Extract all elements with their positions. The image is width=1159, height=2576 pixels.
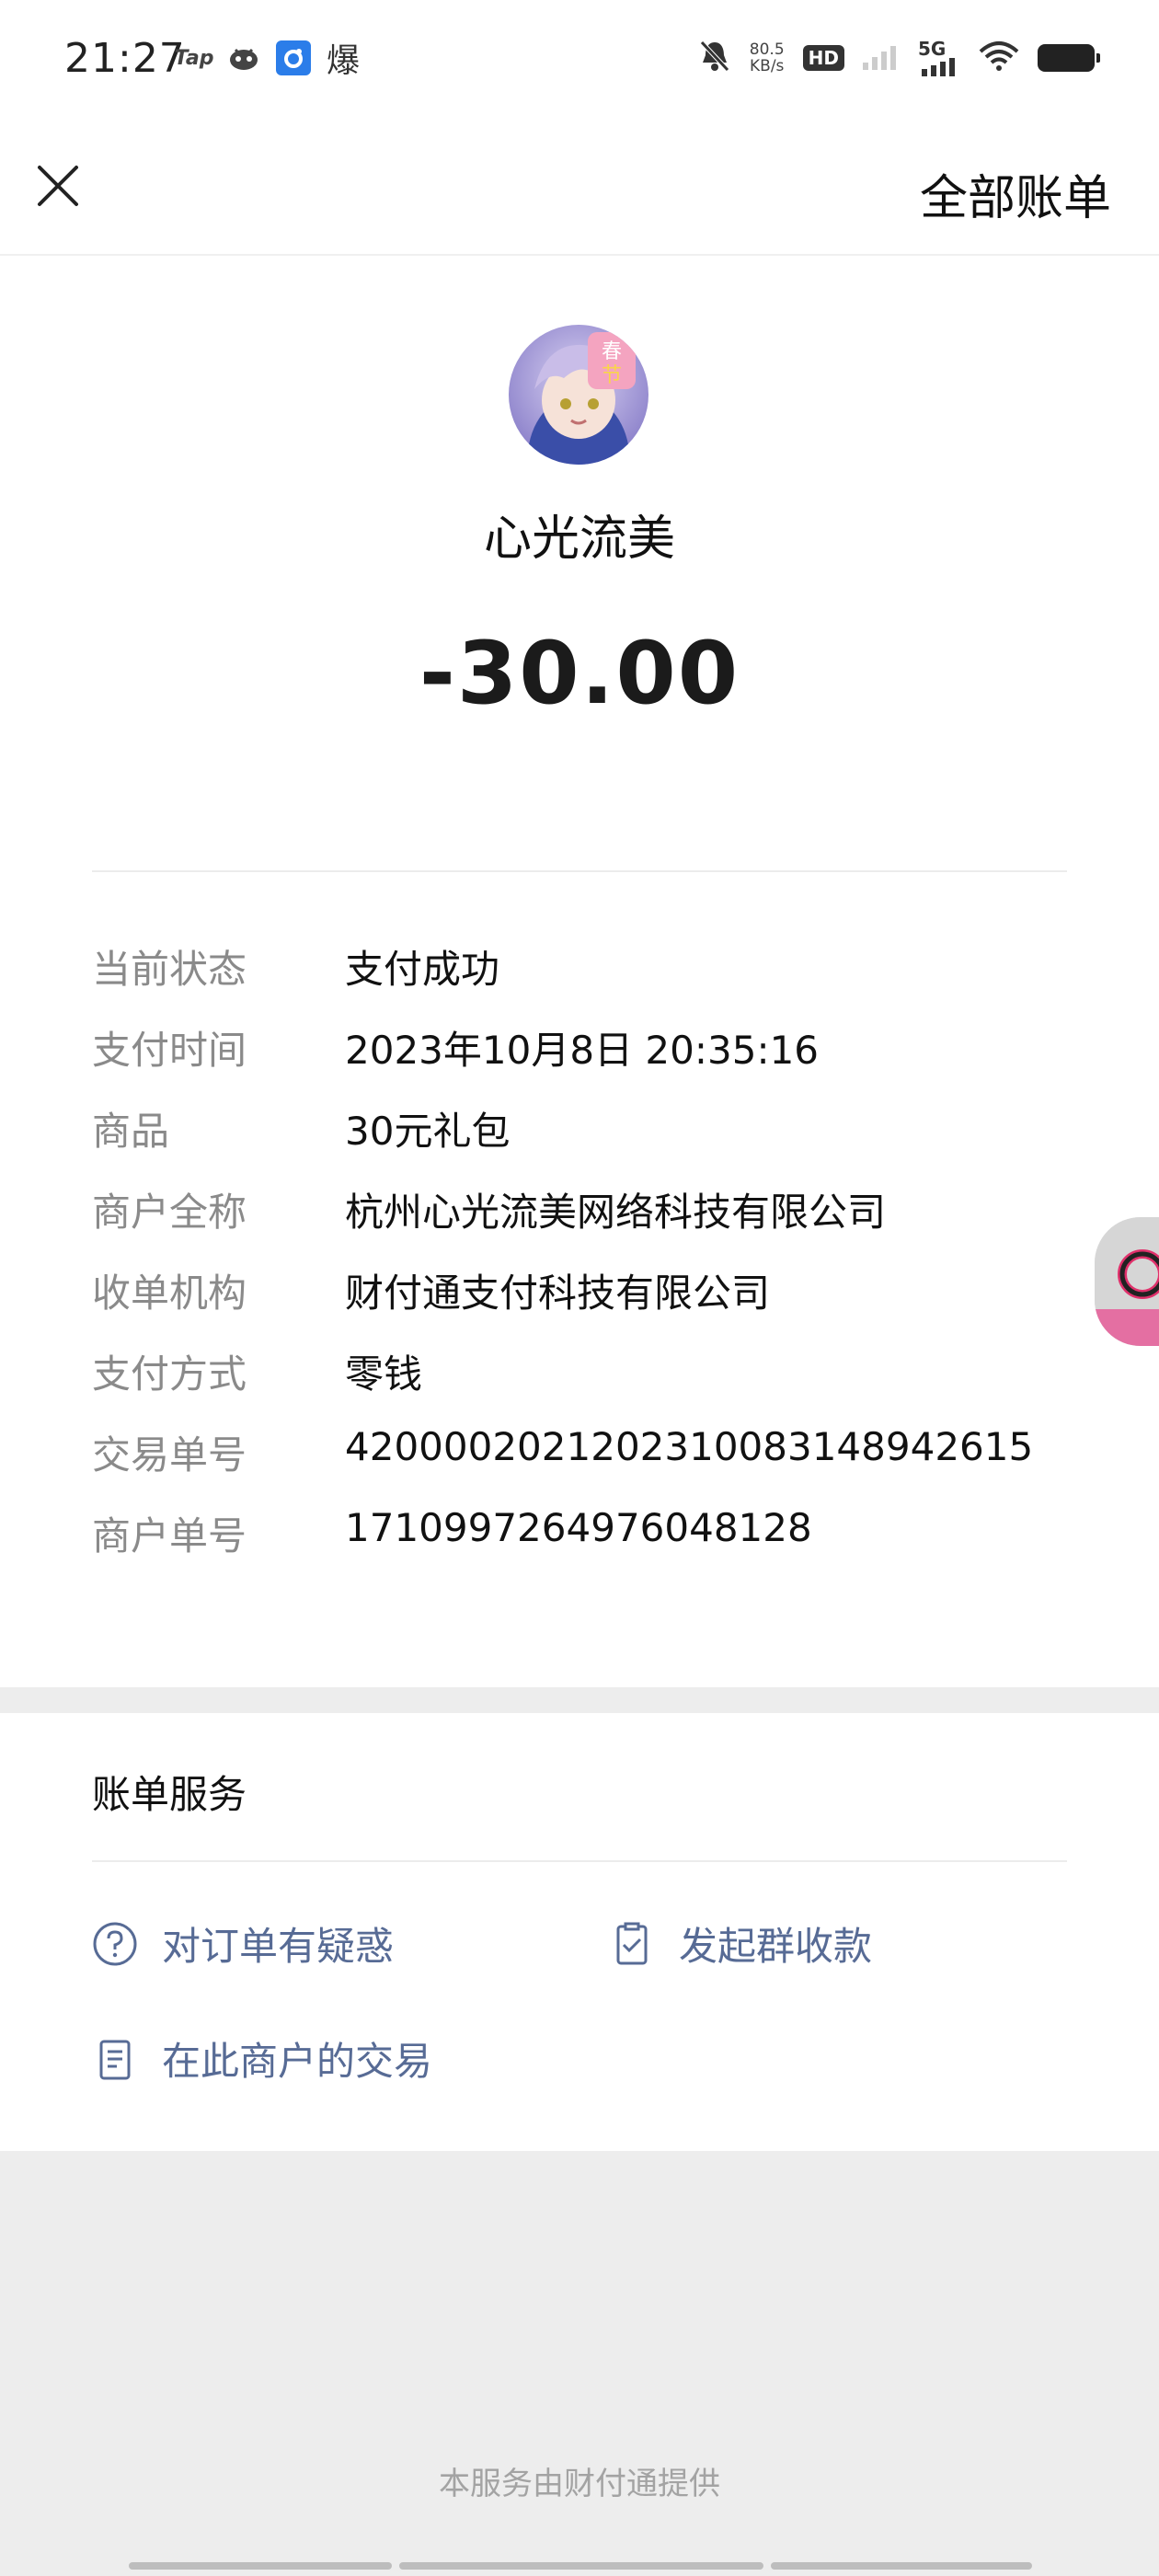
gesture-bar-segment xyxy=(771,2562,1032,2570)
signal-5g-icon: 5G xyxy=(918,40,960,76)
status-indicators: 80.5 KB/s HD 5G xyxy=(698,39,1100,77)
service-label: 发起群收款 xyxy=(679,1924,873,1969)
floating-widget-icon xyxy=(1095,1217,1159,1346)
services-title: 账单服务 xyxy=(92,1772,247,1817)
detail-label: 收单机构 xyxy=(92,1271,247,1316)
floating-widget[interactable] xyxy=(1095,1217,1159,1346)
detail-row-pay-time: 支付时间 2023年10月8日 20:35:16 xyxy=(92,1019,1104,1100)
detail-label: 支付时间 xyxy=(92,1028,247,1073)
detail-row-transaction-id: 交易单号 4200002021202310083148942615 xyxy=(92,1424,1104,1505)
divider xyxy=(92,1860,1067,1862)
bill-detail-card: 春 节 心光流美 -30.00 当前状态 支付成功 支付时间 2023年10月8… xyxy=(0,256,1159,1687)
mute-bell-icon xyxy=(698,39,731,77)
detail-value[interactable]: 4200002021202310083148942615 xyxy=(345,1424,1033,1469)
transaction-details: 当前状态 支付成功 支付时间 2023年10月8日 20:35:16 商品 30… xyxy=(92,938,1104,1586)
gesture-bar-segment xyxy=(399,2562,763,2570)
merchant-name: 心光流美 xyxy=(483,512,675,567)
bill-services-section: 账单服务 对订单有疑惑 发起群收款 在此商户的交易 xyxy=(0,1713,1159,2151)
status-bar: 21:27 Tap 爆 80.5 KB/s HD 5G xyxy=(0,0,1159,124)
detail-row-status: 当前状态 支付成功 xyxy=(92,938,1104,1019)
detail-value: 杭州心光流美网络科技有限公司 xyxy=(345,1190,887,1235)
detail-value[interactable]: 1710997264976048128 xyxy=(345,1505,812,1550)
detail-label: 商品 xyxy=(92,1109,170,1154)
detail-value: 30元礼包 xyxy=(345,1109,511,1154)
all-bills-link[interactable]: 全部账单 xyxy=(920,159,1111,228)
service-label: 在此商户的交易 xyxy=(162,2039,433,2084)
service-label: 对订单有疑惑 xyxy=(162,1924,395,1969)
close-button[interactable] xyxy=(33,161,83,211)
detail-label: 商户单号 xyxy=(92,1513,247,1558)
gesture-bar xyxy=(129,2562,1032,2570)
detail-row-merchant-full-name: 商户全称 杭州心光流美网络科技有限公司 xyxy=(92,1181,1104,1262)
checklist-icon xyxy=(609,1921,655,1967)
close-icon xyxy=(38,166,78,206)
detail-row-product: 商品 30元礼包 xyxy=(92,1100,1104,1181)
hd-badge: HD xyxy=(802,45,844,71)
svg-text:春: 春 xyxy=(602,340,622,363)
divider xyxy=(92,870,1067,872)
merchant-transactions-link[interactable]: 在此商户的交易 xyxy=(92,2030,432,2087)
gesture-bar-segment xyxy=(129,2562,392,2570)
detail-row-merchant-order-id: 商户单号 1710997264976048128 xyxy=(92,1505,1104,1586)
svg-text:节: 节 xyxy=(602,364,622,387)
order-question-link[interactable]: 对订单有疑惑 xyxy=(92,1915,394,1972)
merchant-avatar: 春 节 xyxy=(509,325,648,465)
blue-app-icon xyxy=(276,40,311,75)
wifi-icon xyxy=(979,40,1019,75)
detail-value: 支付成功 xyxy=(345,947,500,992)
group-collect-link[interactable]: 发起群收款 xyxy=(609,1915,872,1972)
detail-label: 当前状态 xyxy=(92,947,247,992)
detail-value: 财付通支付科技有限公司 xyxy=(345,1271,771,1316)
tap-app-icon: Tap xyxy=(174,46,214,70)
bao-app-icon: 爆 xyxy=(326,42,360,80)
question-circle-icon xyxy=(92,1921,138,1967)
detail-value: 零钱 xyxy=(345,1351,423,1397)
status-time: 21:27 xyxy=(64,35,186,82)
detail-row-pay-method: 支付方式 零钱 xyxy=(92,1343,1104,1424)
nav-header: 全部账单 xyxy=(0,124,1159,256)
detail-row-acquirer: 收单机构 财付通支付科技有限公司 xyxy=(92,1262,1104,1343)
transaction-amount: -30.00 xyxy=(419,624,740,724)
bili-app-icon xyxy=(226,40,261,75)
detail-label: 商户全称 xyxy=(92,1190,247,1235)
document-icon xyxy=(92,2036,138,2082)
signal-bars-weak-icon xyxy=(863,42,900,74)
battery-icon xyxy=(1038,44,1100,72)
detail-label: 支付方式 xyxy=(92,1351,247,1397)
detail-value: 2023年10月8日 20:35:16 xyxy=(345,1028,820,1073)
status-app-icons: Tap 爆 xyxy=(174,40,361,80)
detail-label: 交易单号 xyxy=(92,1432,247,1478)
provider-footer: 本服务由财付通提供 xyxy=(439,2466,720,2502)
network-speed: 80.5 KB/s xyxy=(749,40,785,75)
